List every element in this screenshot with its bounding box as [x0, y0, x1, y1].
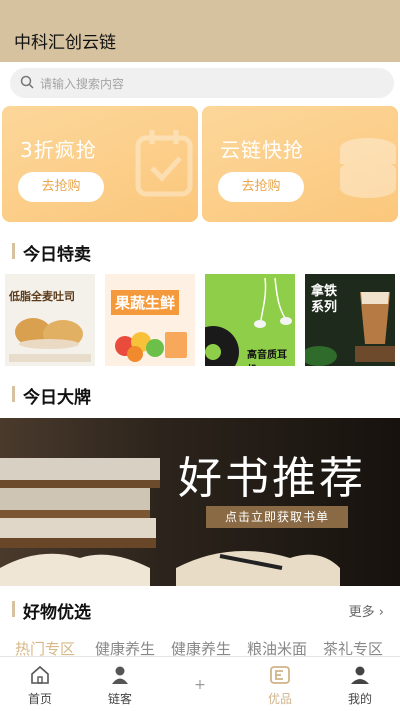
tab-plus[interactable]: + [160, 657, 240, 711]
tab-label: 我的 [347, 692, 372, 706]
tab-label: 链客 [107, 692, 132, 706]
section-title-today-sale: 今日特卖 [12, 240, 91, 265]
calendar-icon [135, 130, 193, 197]
grab-button[interactable]: 去抢购 [218, 172, 304, 202]
search-bar[interactable]: 请输入搜索内容 [10, 68, 394, 98]
promo-card-discount[interactable]: 3折疯抢 去抢购 [2, 106, 198, 222]
product-label: 高音质耳机 [247, 350, 287, 366]
tab-label: 首页 [27, 692, 52, 706]
tab-profile[interactable]: 我的 [320, 657, 400, 711]
product-label: 果蔬生鲜 [111, 290, 180, 315]
today-sale-list: 低脂全麦吐司 果蔬生鲜 高音质耳机 拿铁系列 [5, 274, 395, 366]
product-card[interactable]: 果蔬生鲜 [105, 274, 195, 366]
profile-icon [351, 666, 369, 684]
section-title-today-brand: 今日大牌 [12, 383, 91, 408]
bottom-tab-bar: 首页 链客 + 优品 我的 [0, 656, 400, 711]
search-placeholder[interactable]: 请输入搜索内容 [40, 75, 124, 92]
tab-home[interactable]: 首页 [0, 657, 80, 711]
coins-icon [340, 138, 396, 198]
product-card[interactable]: 拿铁系列 [305, 274, 395, 366]
section-title-good-picks: 好物优选 [12, 598, 91, 623]
promo-card-flash[interactable]: 云链快抢 去抢购 [202, 106, 398, 222]
app-title: 中科汇创云链 [14, 33, 116, 53]
person-icon [112, 666, 128, 684]
tab-premium[interactable]: 优品 [240, 657, 320, 711]
promo-title: 3折疯抢 [20, 138, 97, 162]
book-banner[interactable]: 好书推荐 点击立即获取书单 [0, 418, 400, 586]
bread-image [15, 318, 83, 349]
grab-button[interactable]: 去抢购 [18, 172, 104, 202]
promo-title: 云链快抢 [220, 138, 304, 162]
product-card[interactable]: 低脂全麦吐司 [5, 274, 95, 366]
app-header: 中科汇创云链 [0, 0, 400, 62]
more-link[interactable]: 更多 › [349, 601, 384, 620]
plus-icon: + [194, 677, 206, 693]
shop-icon [270, 666, 290, 684]
latte-image [305, 292, 395, 366]
product-card[interactable]: 高音质耳机 [205, 274, 295, 366]
fruit-image [115, 332, 187, 362]
search-icon [20, 75, 34, 89]
banner-title: 好书推荐 [178, 453, 366, 504]
more-label: 更多 [348, 605, 375, 620]
tab-linker[interactable]: 链客 [80, 657, 160, 711]
product-label: 低脂全麦吐司 [9, 290, 75, 303]
tab-label: 优品 [267, 692, 292, 706]
home-icon [31, 665, 49, 684]
banner-subtitle-button[interactable]: 点击立即获取书单 [206, 506, 348, 528]
chevron-right-icon: › [378, 605, 384, 620]
